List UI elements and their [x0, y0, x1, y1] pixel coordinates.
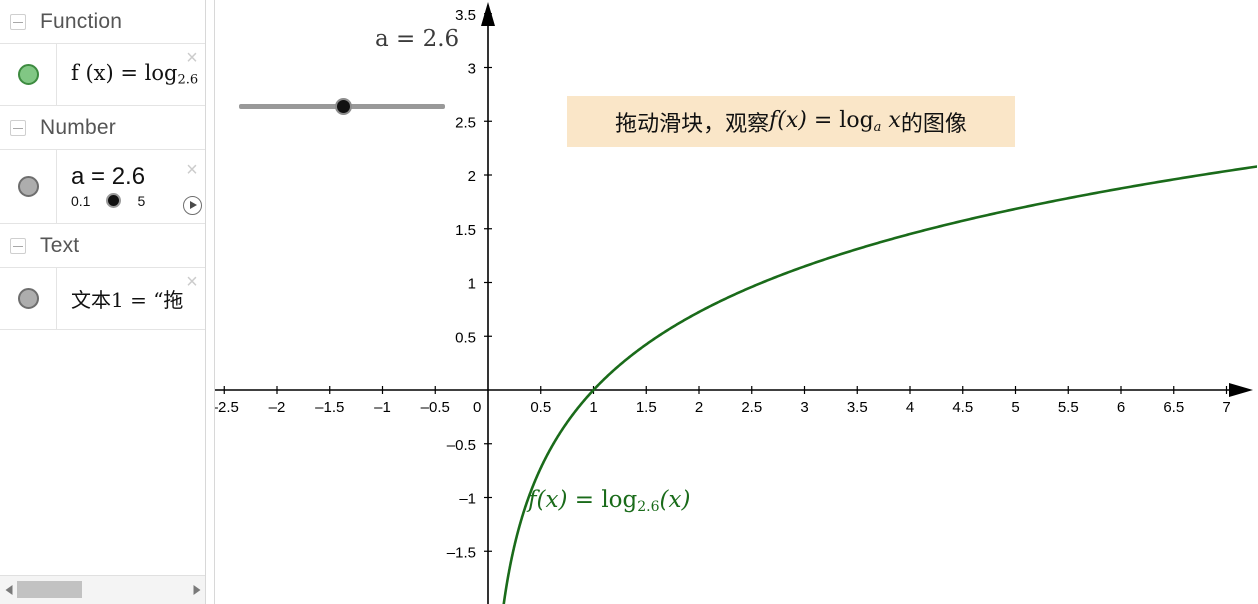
close-icon[interactable]: × — [183, 48, 201, 68]
slider-knob-icon[interactable] — [106, 193, 122, 208]
group-header-function[interactable]: Function — [0, 0, 205, 44]
svg-text:5.5: 5.5 — [1058, 399, 1079, 416]
algebra-row-function[interactable]: f (x) = log2.6 × — [0, 44, 205, 106]
svg-text:4: 4 — [906, 399, 914, 416]
visibility-toggle-function[interactable] — [0, 44, 57, 105]
curve-function-label[interactable]: f(x) = log2.6(x) — [528, 487, 690, 515]
sidebar-horizontal-scrollbar[interactable] — [0, 575, 205, 604]
geogebra-window: Function f (x) = log2.6 × Number a = 2.6… — [0, 0, 1258, 604]
svg-text:1.5: 1.5 — [455, 222, 476, 239]
scrollbar-thumb[interactable] — [17, 581, 82, 598]
svg-text:–0.5: –0.5 — [447, 437, 476, 454]
gray-dot-icon[interactable] — [17, 176, 39, 197]
svg-text:1: 1 — [589, 399, 597, 416]
svg-text:–1: –1 — [374, 399, 391, 416]
svg-text:6: 6 — [1117, 399, 1125, 416]
green-dot-icon[interactable] — [17, 64, 39, 85]
algebra-list: Function f (x) = log2.6 × Number a = 2.6… — [0, 0, 205, 575]
svg-text:3.5: 3.5 — [455, 7, 476, 24]
svg-text:1: 1 — [468, 276, 476, 293]
slider-max-label: 5 — [137, 192, 146, 209]
svg-text:1.5: 1.5 — [636, 399, 657, 416]
algebra-row-content-text[interactable]: 文本1 = “拖 × — [57, 268, 205, 329]
svg-text:–0.5: –0.5 — [421, 399, 450, 416]
group-header-text[interactable]: Text — [0, 224, 205, 268]
minus-box-icon[interactable] — [10, 13, 26, 30]
svg-text:2.5: 2.5 — [455, 114, 476, 131]
algebra-row-text[interactable]: 文本1 = “拖 × — [0, 268, 205, 330]
annotation-formula: f(x) = loga x — [769, 108, 901, 135]
graphics-view[interactable]: –2.5 –2 –1.5 –1 –0.5 0 0.5 1 1.5 2 2.5 3 3.5 4 4.5 5 5.5… — [215, 0, 1258, 604]
play-circle-icon[interactable] — [183, 196, 202, 215]
svg-text:0: 0 — [473, 399, 481, 416]
svg-text:5: 5 — [1011, 399, 1019, 416]
slider-a[interactable] — [239, 96, 445, 118]
coordinate-plane: –2.5 –2 –1.5 –1 –0.5 0 0.5 1 1.5 2 2.5 3 3.5 4 4.5 5 5.5… — [215, 2, 1257, 604]
visibility-toggle-text[interactable] — [0, 268, 57, 329]
annotation-lead: 拖动滑块，观察 — [615, 111, 770, 137]
panel-splitter[interactable] — [205, 0, 215, 604]
svg-text:–1: –1 — [459, 491, 476, 508]
svg-text:3: 3 — [468, 61, 476, 78]
gray-dot-icon[interactable] — [17, 288, 39, 309]
algebra-sidebar: Function f (x) = log2.6 × Number a = 2.6… — [0, 0, 205, 604]
scrollbar-track[interactable] — [17, 576, 188, 604]
visibility-toggle-number[interactable] — [0, 150, 57, 223]
minus-box-icon[interactable] — [10, 237, 26, 254]
scroll-left-arrow-icon[interactable] — [0, 576, 17, 604]
svg-text:–2.5: –2.5 — [215, 399, 239, 416]
svg-text:2.5: 2.5 — [741, 399, 762, 416]
svg-text:2: 2 — [695, 399, 703, 416]
svg-text:3.5: 3.5 — [847, 399, 868, 416]
svg-text:3: 3 — [800, 399, 808, 416]
svg-text:–1.5: –1.5 — [447, 544, 476, 561]
group-title-function: Function — [40, 9, 123, 33]
slider-value-label: a = 2.6 — [375, 26, 460, 52]
algebra-row-content-number[interactable]: a = 2.6 0.1 5 × — [57, 150, 205, 223]
algebra-row-content-function[interactable]: f (x) = log2.6 × — [57, 44, 205, 105]
scroll-right-arrow-icon[interactable] — [188, 576, 205, 604]
group-title-number: Number — [40, 115, 116, 139]
annotation-text-box[interactable]: 拖动滑块，观察 f(x) = loga x 的图像 — [567, 96, 1015, 147]
svg-text:6.5: 6.5 — [1163, 399, 1184, 416]
svg-text:4.5: 4.5 — [952, 399, 973, 416]
svg-text:0.5: 0.5 — [455, 329, 476, 346]
group-header-number[interactable]: Number — [0, 106, 205, 150]
svg-text:–2: –2 — [269, 399, 286, 416]
svg-text:0.5: 0.5 — [530, 399, 551, 416]
slider-min-label: 0.1 — [71, 192, 91, 209]
group-title-text: Text — [40, 233, 80, 257]
svg-text:–1.5: –1.5 — [315, 399, 344, 416]
minus-box-icon[interactable] — [10, 119, 26, 136]
svg-text:2: 2 — [468, 168, 476, 185]
close-icon[interactable]: × — [183, 160, 201, 180]
close-icon[interactable]: × — [183, 272, 201, 292]
slider-knob[interactable] — [335, 98, 352, 115]
svg-text:7: 7 — [1222, 399, 1230, 416]
annotation-tail: 的图像 — [900, 111, 967, 137]
algebra-row-number[interactable]: a = 2.6 0.1 5 × — [0, 150, 205, 224]
